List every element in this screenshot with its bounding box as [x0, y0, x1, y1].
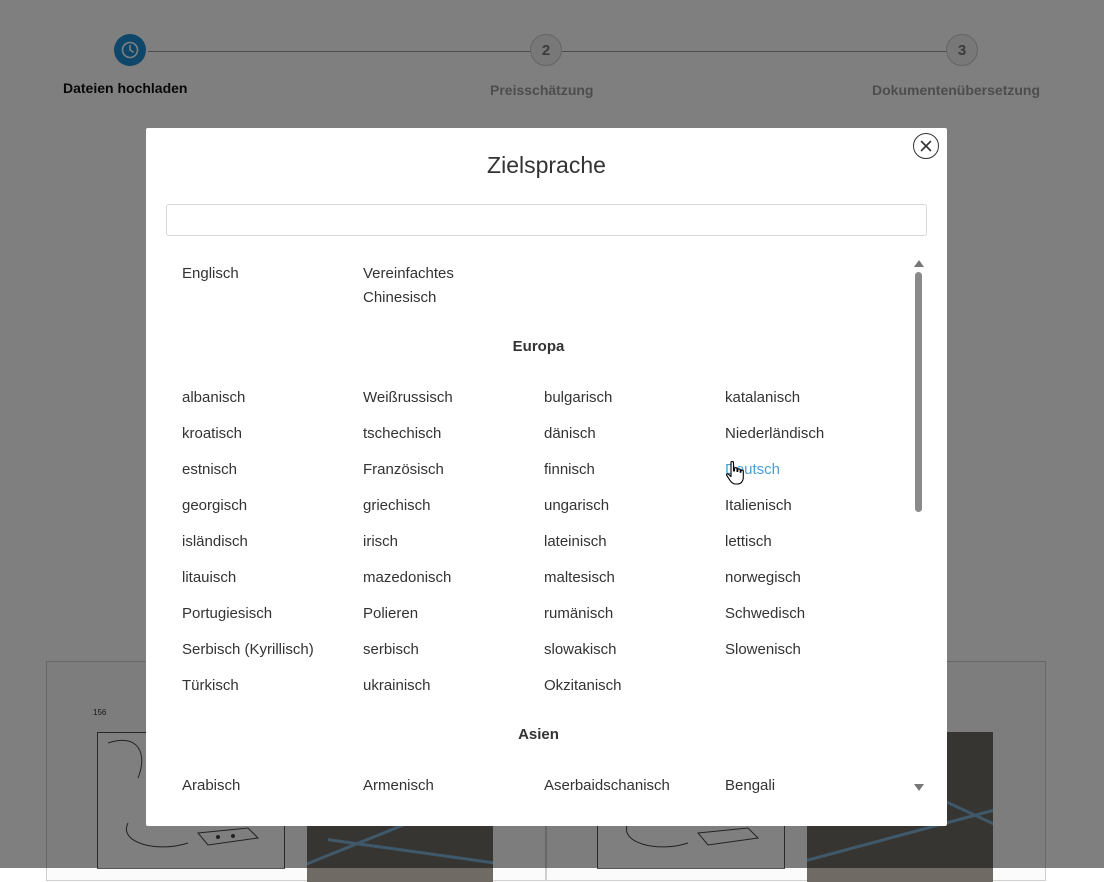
language-option[interactable]: Englisch	[182, 262, 239, 286]
language-option[interactable]: mazedonisch	[363, 566, 451, 590]
language-option[interactable]: litauisch	[182, 566, 236, 590]
language-option[interactable]: lateinisch	[544, 530, 607, 554]
close-button[interactable]	[913, 133, 939, 159]
language-option[interactable]: georgisch	[182, 494, 247, 518]
language-option[interactable]: Niederländisch	[725, 422, 824, 446]
list-scrollbar[interactable]	[911, 256, 927, 796]
language-option[interactable]: finnisch	[544, 458, 595, 482]
language-option[interactable]: Slowenisch	[725, 638, 801, 662]
section-heading-asien: Asien	[518, 726, 559, 743]
close-icon	[920, 140, 932, 152]
language-option[interactable]: norwegisch	[725, 566, 801, 590]
language-option[interactable]: Arabisch	[182, 774, 240, 798]
language-option[interactable]: kroatisch	[182, 422, 242, 446]
dialog-title: Zielsprache	[487, 152, 606, 178]
scroll-up-arrow-icon[interactable]	[914, 260, 924, 267]
language-option[interactable]: Portugiesisch	[182, 602, 272, 626]
language-option[interactable]: Deutsch	[725, 458, 780, 482]
language-option[interactable]: Bengali	[725, 774, 775, 798]
target-language-dialog: Zielsprache Englisch Vereinfachtes Chine…	[146, 128, 947, 826]
language-option[interactable]: irisch	[363, 530, 398, 554]
scroll-down-arrow-icon[interactable]	[914, 784, 924, 791]
language-option[interactable]: ungarisch	[544, 494, 609, 518]
language-option[interactable]: lettisch	[725, 530, 772, 554]
language-option[interactable]: ukrainisch	[363, 674, 431, 698]
language-option[interactable]: dänisch	[544, 422, 596, 446]
language-option[interactable]: Schwedisch	[725, 602, 805, 626]
language-option[interactable]: isländisch	[182, 530, 248, 554]
language-option[interactable]: Polieren	[363, 602, 418, 626]
language-option[interactable]: serbisch	[363, 638, 419, 662]
language-option[interactable]: Weißrussisch	[363, 386, 453, 410]
language-search-input[interactable]	[166, 204, 927, 236]
language-option[interactable]: maltesisch	[544, 566, 615, 590]
language-option[interactable]: griechisch	[363, 494, 431, 518]
language-option[interactable]: rumänisch	[544, 602, 613, 626]
language-option[interactable]: katalanisch	[725, 386, 800, 410]
language-option[interactable]: Serbisch (Kyrillisch)	[182, 638, 314, 662]
language-list: Englisch Vereinfachtes Chinesisch Europa…	[166, 256, 911, 818]
language-option[interactable]: Armenisch	[363, 774, 434, 798]
language-option[interactable]: tschechisch	[363, 422, 441, 446]
scrollbar-thumb[interactable]	[915, 272, 922, 512]
language-option[interactable]: Italienisch	[725, 494, 792, 518]
language-option[interactable]: Aserbaidschanisch	[544, 774, 670, 798]
language-option[interactable]: estnisch	[182, 458, 237, 482]
language-option[interactable]: Türkisch	[182, 674, 239, 698]
section-heading-europa: Europa	[512, 338, 565, 355]
language-option[interactable]: Vereinfachtes Chinesisch	[363, 262, 513, 310]
language-option[interactable]: bulgarisch	[544, 386, 612, 410]
language-option[interactable]: Okzitanisch	[544, 674, 622, 698]
language-option[interactable]: slowakisch	[544, 638, 617, 662]
language-option[interactable]: Französisch	[363, 458, 444, 482]
language-option[interactable]: albanisch	[182, 386, 245, 410]
